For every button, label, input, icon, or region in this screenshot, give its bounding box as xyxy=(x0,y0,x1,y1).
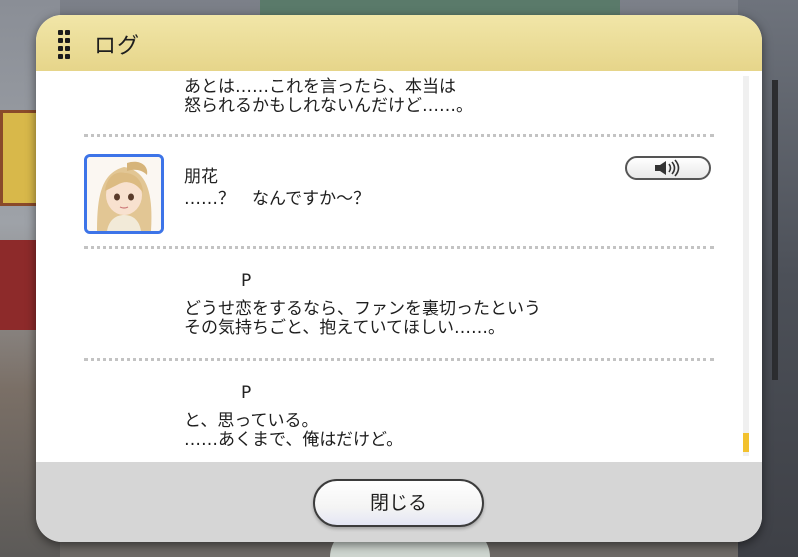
speaker-name: P xyxy=(241,271,252,291)
log-entry-text: 怒られるかもしれないんだけど……。 xyxy=(184,96,473,116)
speaker-name: 朋花 xyxy=(184,167,218,187)
entry-divider xyxy=(84,246,714,249)
log-dialog: ログ あとは……これを言ったら、本当は 怒られるかもしれないんだけど……。 朋花… xyxy=(36,15,762,542)
dialog-footer: 閉じる xyxy=(36,462,762,542)
character-portrait-icon xyxy=(87,157,161,231)
entry-divider xyxy=(84,134,714,137)
log-entry-text: どうせ恋をするなら、ファンを裏切ったという xyxy=(184,299,541,319)
scrollbar-track[interactable] xyxy=(743,76,749,456)
log-list[interactable]: あとは……これを言ったら、本当は 怒られるかもしれないんだけど……。 朋花 ……… xyxy=(36,71,762,462)
voice-playback-button[interactable] xyxy=(625,156,711,180)
entry-divider xyxy=(84,358,714,361)
log-entry-text: と、思っている。 xyxy=(184,411,319,431)
log-entry-text: ……あくまで、俺はだけど。 xyxy=(184,430,404,450)
speaker-name: P xyxy=(241,383,252,403)
dialog-title: ログ xyxy=(94,34,141,59)
log-entry-text: ……？ なんですか～？ xyxy=(184,189,371,209)
log-entry-text: あとは……これを言ったら、本当は xyxy=(184,77,456,97)
dialog-header: ログ xyxy=(36,15,762,71)
scrollbar-thumb[interactable] xyxy=(743,433,749,452)
close-button[interactable]: 閉じる xyxy=(313,479,484,527)
speaker-volume-icon xyxy=(655,159,680,177)
background-pole xyxy=(772,80,778,380)
speaker-avatar xyxy=(84,154,164,234)
log-entry-text: その気持ちごと、抱えていてほしい……。 xyxy=(184,318,505,338)
drag-grip-icon[interactable] xyxy=(58,30,70,59)
